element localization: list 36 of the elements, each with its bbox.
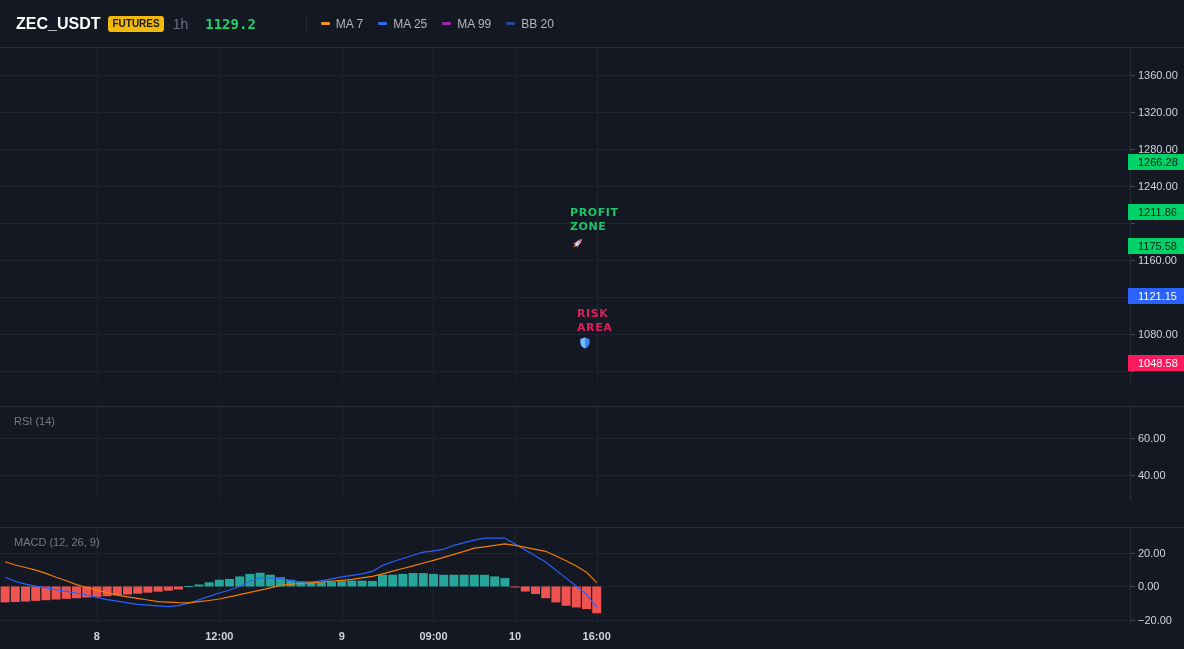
rsi-axis-label: 40.00: [1138, 469, 1166, 481]
last-price: 1129.2: [205, 15, 256, 32]
legend-label: MA 25: [393, 16, 428, 31]
interval-label: 1h: [172, 15, 189, 32]
market-badge: FUTURES: [108, 15, 164, 32]
time-axis-label: 16:00: [582, 630, 611, 642]
time-axis-label: 9: [338, 630, 345, 642]
price-tag: 1121.15: [1128, 287, 1184, 304]
price-axis-label: 1080.00: [1138, 328, 1178, 340]
macd-axis-label: 0.00: [1138, 580, 1160, 592]
price-axis-label: 1320.00: [1138, 106, 1178, 118]
time-axis-label: 12:00: [205, 630, 234, 642]
price-tag: 1266.28: [1128, 153, 1184, 170]
time-axis-label: 8: [93, 630, 100, 642]
macd-axis-label: −20.00: [1138, 614, 1172, 626]
price-tag: 1048.58: [1128, 355, 1184, 372]
time-axis-label: 10: [508, 630, 522, 642]
legend-label: MA 99: [457, 16, 492, 31]
annotation-label: PROFIT ZONE: [570, 206, 619, 234]
price-axis-label: 1240.00: [1138, 180, 1178, 192]
shield-icon: [580, 337, 590, 349]
rocket-icon: [571, 237, 584, 250]
indicator-title: RSI (14): [14, 415, 55, 427]
price-tag: 1175.58: [1128, 237, 1184, 254]
time-axis-label: 09:00: [419, 630, 448, 642]
rsi-axis-label: 60.00: [1138, 432, 1166, 444]
macd-axis-label: 20.00: [1138, 547, 1166, 559]
legend-label: MA 7: [335, 16, 364, 31]
indicator-title: MACD (12, 26, 9): [14, 536, 100, 548]
symbol-title: ZEC_USDT: [16, 14, 101, 33]
legend-label: BB 20: [521, 16, 554, 31]
price-axis-label: 1160.00: [1138, 254, 1177, 266]
price-tag: 1211.86: [1128, 204, 1184, 221]
annotation-label: RISK AREA: [577, 307, 613, 335]
price-axis-label: 1280.00: [1138, 143, 1178, 155]
price-axis-label: 1360.00: [1138, 69, 1178, 81]
